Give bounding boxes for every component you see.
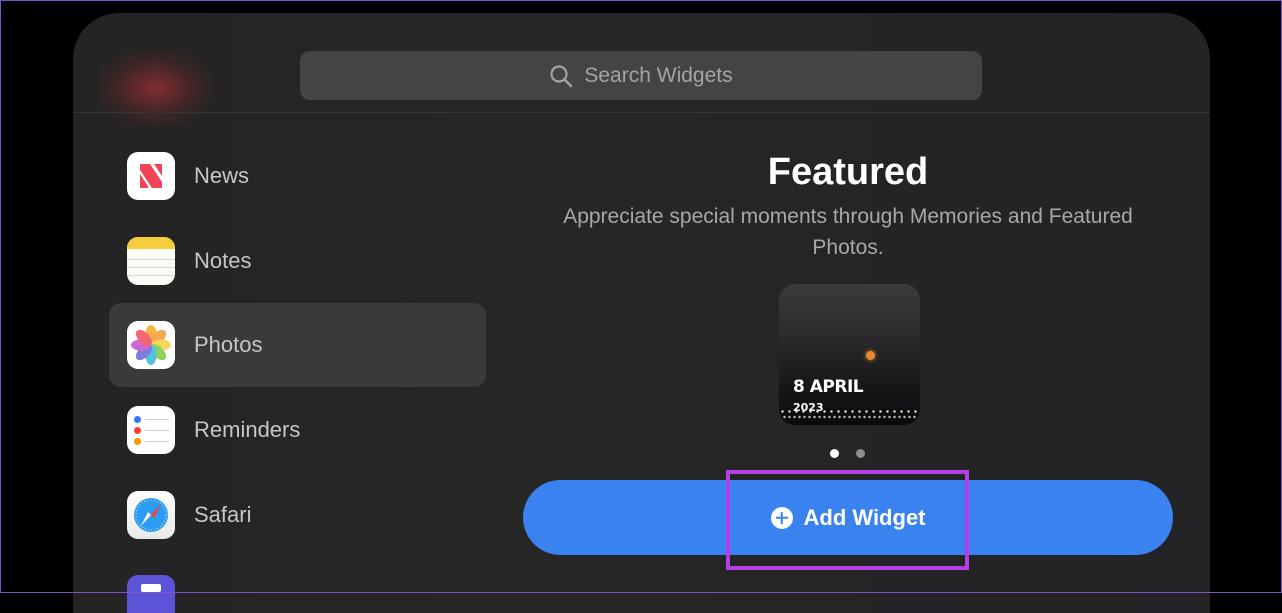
add-widget-label: Add Widget — [803, 504, 926, 530]
photos-icon — [127, 321, 175, 369]
magnifier-icon — [550, 64, 573, 87]
sidebar-item-photos[interactable]: Photos — [109, 303, 486, 387]
add-widget-button[interactable]: Add Widget — [523, 480, 1173, 555]
featured-description: Appreciate special moments through Memor… — [563, 205, 1133, 259]
sidebar-item-label: Photos — [194, 332, 263, 357]
plus-circle-icon — [770, 506, 793, 529]
search-widgets-field[interactable]: Search Widgets — [300, 51, 982, 100]
sidebar-item-label: Reminders — [194, 417, 301, 442]
widget-gallery-panel: Search Widgets News Notes Photos Reminde… — [73, 13, 1210, 613]
featured-photo-widget-preview[interactable]: 8 APRIL 2023 — [779, 284, 920, 425]
header-divider — [73, 112, 1210, 113]
sidebar-item-notes[interactable]: Notes — [109, 219, 486, 303]
partial-app-icon[interactable] — [127, 575, 175, 613]
sidebar-item-label: News — [194, 163, 250, 188]
search-placeholder: Search Widgets — [584, 63, 733, 87]
sidebar-item-safari[interactable]: Safari — [109, 473, 486, 557]
partial-app-icon-glow — [95, 48, 215, 128]
sidebar-item-label: Safari — [194, 502, 252, 527]
notes-icon — [127, 237, 175, 285]
widget-year: 2023 — [793, 401, 824, 414]
page-indicator-dot-active[interactable] — [830, 449, 839, 458]
news-icon — [127, 152, 175, 200]
sidebar-item-label: Notes — [194, 248, 252, 273]
safari-icon — [127, 491, 175, 539]
sidebar-item-reminders[interactable]: Reminders — [109, 388, 486, 472]
widget-date: 8 APRIL — [793, 377, 864, 397]
page-indicator-dot[interactable] — [856, 449, 865, 458]
featured-title: Featured — [767, 151, 929, 193]
sidebar-item-news[interactable]: News — [109, 134, 486, 218]
reminders-icon — [127, 406, 175, 454]
moon-image-detail — [866, 351, 875, 360]
